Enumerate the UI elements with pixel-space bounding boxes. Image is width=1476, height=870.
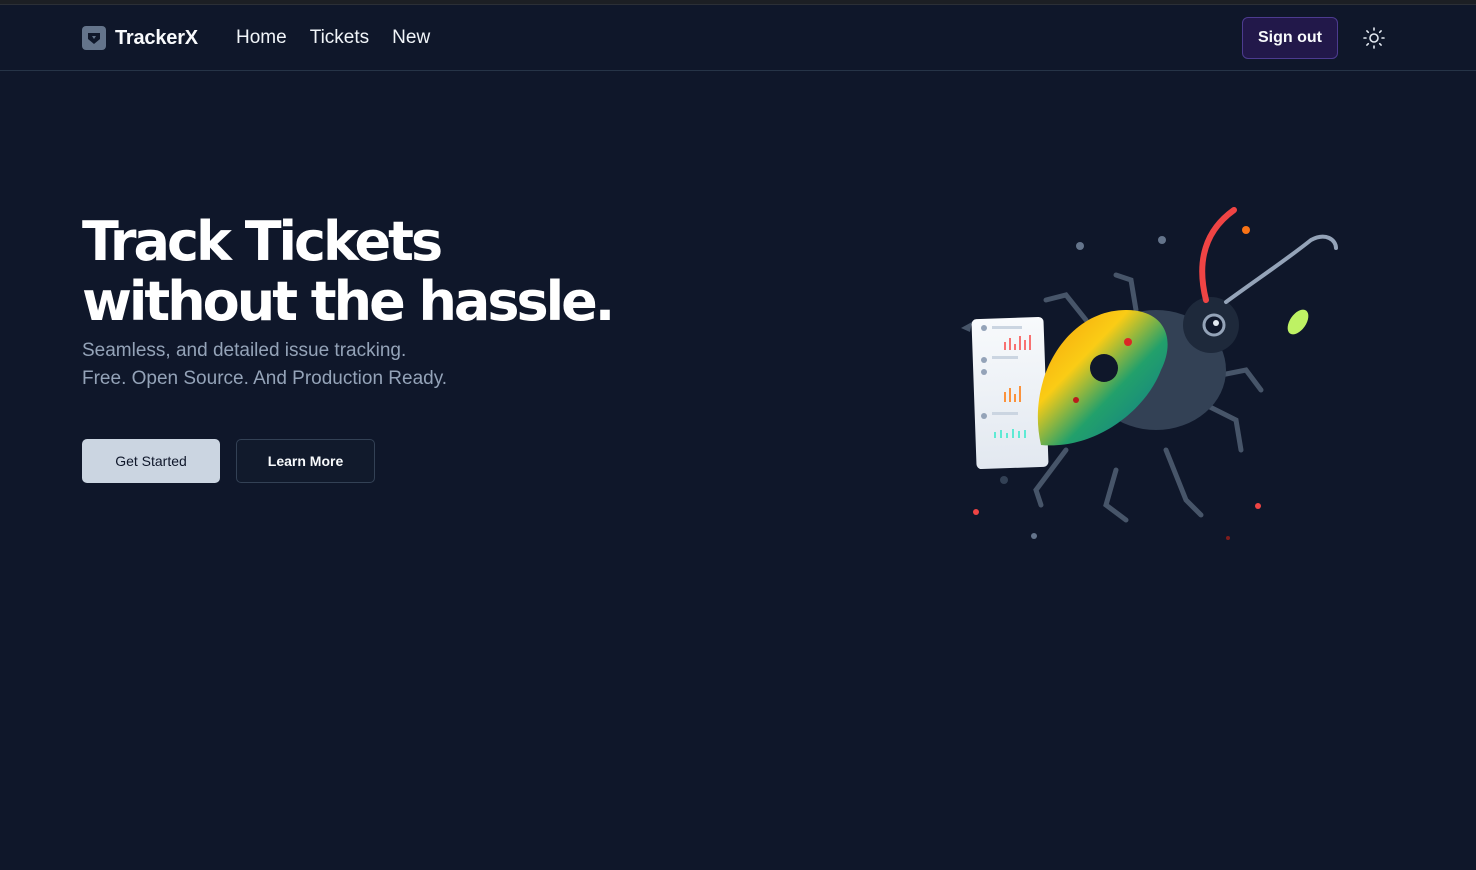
hero-title: Track Tickets without the hassle. bbox=[82, 212, 702, 332]
main-nav: Home Tickets New bbox=[236, 27, 430, 49]
nav-home[interactable]: Home bbox=[236, 27, 287, 49]
dashboard-card-icon bbox=[971, 316, 1049, 470]
sign-out-button[interactable]: Sign out bbox=[1242, 17, 1338, 59]
learn-more-button[interactable]: Learn More bbox=[236, 439, 375, 483]
hero-subtitle-line-1: Seamless, and detailed issue tracking. bbox=[82, 340, 407, 361]
top-navbar: TrackerX Home Tickets New Sign out bbox=[0, 5, 1476, 71]
sun-icon bbox=[1363, 27, 1385, 49]
nav-new[interactable]: New bbox=[392, 27, 430, 49]
theme-toggle-button[interactable] bbox=[1362, 26, 1386, 50]
nav-tickets[interactable]: Tickets bbox=[310, 27, 369, 49]
hero-subtitle: Seamless, and detailed issue tracking. F… bbox=[82, 337, 602, 393]
brand-link[interactable]: TrackerX bbox=[82, 25, 198, 51]
hero-subtitle-line-2: Free. Open Source. And Production Ready. bbox=[82, 368, 448, 389]
hero-title-line-2: without the hassle. bbox=[82, 270, 615, 333]
beetle-illustration bbox=[866, 150, 1386, 630]
brand-logo-icon bbox=[82, 26, 106, 50]
brand-name: TrackerX bbox=[115, 26, 198, 49]
hero-title-line-1: Track Tickets bbox=[82, 210, 443, 273]
get-started-button[interactable]: Get Started bbox=[82, 439, 220, 483]
